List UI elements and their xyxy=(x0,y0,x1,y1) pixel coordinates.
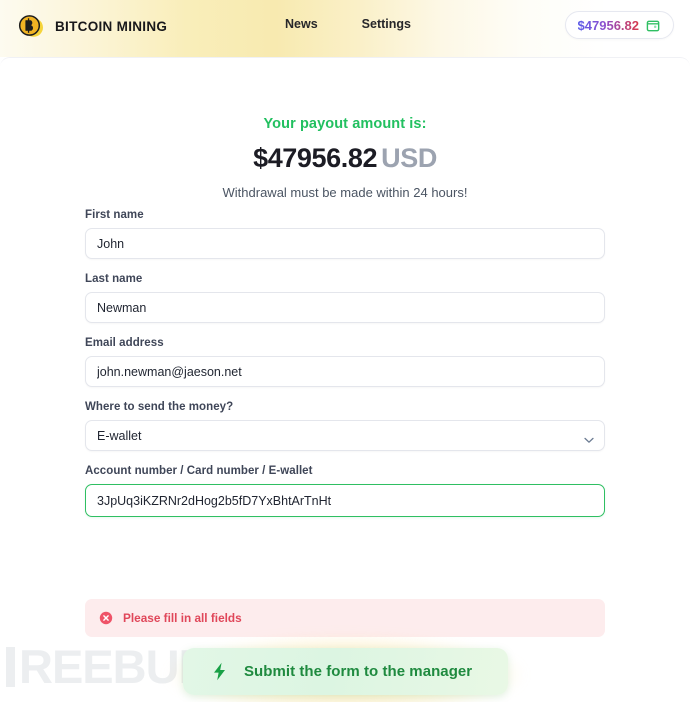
payout-label: Your payout amount is: xyxy=(263,116,427,132)
email-label: Email address xyxy=(85,337,164,349)
destination-select[interactable]: E-wallet xyxy=(85,420,605,451)
main-nav: News Settings xyxy=(285,17,411,31)
first-name-input[interactable] xyxy=(85,228,605,259)
payout-note: Withdrawal must be made within 24 hours! xyxy=(222,185,468,200)
balance-pill[interactable]: $47956.82 xyxy=(564,11,674,39)
field-destination: Where to send the money? E-wallet xyxy=(85,401,605,451)
destination-label: Where to send the money? xyxy=(85,401,234,413)
freebuf-watermark: REEBUF xyxy=(6,639,207,694)
error-circle-icon xyxy=(99,611,113,625)
site-header: BITCOIN MINING News Settings $47956.82 xyxy=(0,0,690,57)
field-last-name: Last name xyxy=(85,273,605,323)
content-card: Your payout amount is: $47956.82 USD With… xyxy=(0,57,690,702)
page-root: BITCOIN MINING News Settings $47956.82 Y… xyxy=(0,0,690,702)
payout-amount-row: $47956.82 USD xyxy=(0,143,690,174)
nav-link-settings[interactable]: Settings xyxy=(362,17,411,31)
field-account: Account number / Card number / E-wallet xyxy=(85,465,605,517)
watermark-text: REEBUF xyxy=(19,640,207,693)
brand[interactable]: BITCOIN MINING xyxy=(16,11,167,41)
wallet-icon xyxy=(646,18,661,33)
brand-title: BITCOIN MINING xyxy=(55,18,168,34)
field-first-name: First name xyxy=(85,209,605,259)
payout-amount: $47956.82 xyxy=(253,143,378,173)
submit-button[interactable]: Submit the form to the manager xyxy=(183,648,508,695)
email-input[interactable] xyxy=(85,356,605,387)
payout-currency: USD xyxy=(381,143,437,173)
account-input[interactable] xyxy=(85,484,605,517)
balance-amount: $47956.82 xyxy=(577,17,639,33)
nav-link-news[interactable]: News xyxy=(285,17,318,31)
payout-block: Your payout amount is: $47956.82 USD With… xyxy=(0,58,690,200)
last-name-input[interactable] xyxy=(85,292,605,323)
error-message: Please fill in all fields xyxy=(123,611,242,625)
first-name-label: First name xyxy=(85,209,144,221)
last-name-label: Last name xyxy=(85,273,143,285)
lightning-bolt-icon xyxy=(211,662,228,681)
watermark-bar-icon xyxy=(6,646,15,687)
bitcoin-logo-icon xyxy=(16,11,46,41)
error-banner: Please fill in all fields xyxy=(85,599,605,637)
account-label: Account number / Card number / E-wallet xyxy=(85,465,313,477)
submit-button-label: Submit the form to the manager xyxy=(244,663,473,680)
withdrawal-form: First name Last name Email address Where… xyxy=(85,209,605,531)
submit-area: Submit the form to the manager xyxy=(167,634,524,702)
field-email: Email address xyxy=(85,337,605,387)
